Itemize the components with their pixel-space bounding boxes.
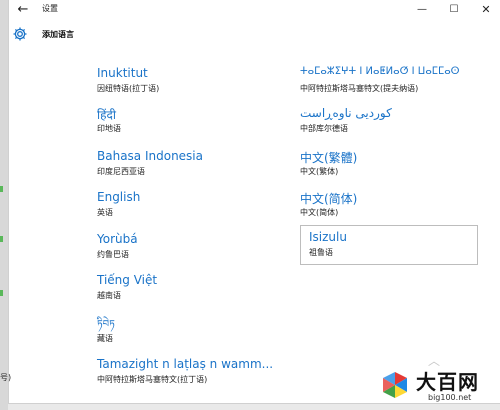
watermark-logo-icon (383, 372, 407, 398)
watermark: 大百网 big100.net (380, 366, 498, 406)
maximize-button[interactable]: ☐ (440, 0, 468, 20)
language-subtitle: 藏语 (97, 334, 113, 343)
language-option-chinese-simplified[interactable]: 中文(简体) 中文(简体) (300, 190, 470, 226)
close-button[interactable]: ✕ (472, 0, 500, 20)
minimize-button[interactable]: — (408, 0, 436, 20)
language-name: English (97, 190, 141, 204)
page-header: 添加语言 (9, 20, 500, 48)
language-name: Inuktitut (97, 66, 148, 80)
page-title: 添加语言 (42, 30, 74, 39)
language-subtitle: 英语 (97, 208, 113, 217)
language-subtitle: 印度尼西亚语 (97, 167, 145, 176)
language-subtitle: 祖鲁语 (309, 248, 333, 257)
watermark-text: 大百网 (416, 370, 479, 394)
settings-window: ← 设置 — ☐ ✕ 添加语言 Inuktitut 因纽特语(拉丁语) हिंद… (8, 0, 500, 404)
language-option-indonesian[interactable]: Bahasa Indonesia 印度尼西亚语 (97, 149, 267, 185)
language-subtitle: 中部库尔德语 (300, 124, 348, 133)
watermark-url: big100.net (428, 393, 472, 402)
title-bar: ← 设置 — ☐ ✕ (9, 0, 500, 20)
language-option-english[interactable]: English 英语 (97, 190, 267, 226)
language-name: Isizulu (309, 230, 347, 244)
language-option-yoruba[interactable]: Yorùbá 约鲁巴语 (97, 232, 267, 268)
window-title: 设置 (42, 4, 58, 13)
language-name: Bahasa Indonesia (97, 149, 203, 163)
language-subtitle: 约鲁巴语 (97, 250, 129, 259)
language-option-tamazight-tifinagh[interactable]: ⵜⴰⵎⴰⵣⵉⵖⵜ ⵏ ⵍⴰⵟⵍⴰⵚ ⵏ ⵡⴰⵎⵎⴰⵙ 中阿特拉斯塔马塞特文(提夫… (300, 66, 480, 102)
language-option-vietnamese[interactable]: Tiếng Việt 越南语 (97, 273, 267, 309)
language-name: کوردیی ناوەڕاست (300, 106, 392, 120)
language-subtitle: 越南语 (97, 291, 121, 300)
strip-mark (0, 186, 3, 192)
language-name: Tiếng Việt (97, 273, 158, 287)
language-option-central-kurdish[interactable]: کوردیی ناوەڕاست 中部库尔德语 (300, 106, 470, 142)
gear-icon (13, 27, 27, 41)
language-name: 中文(繁體) (300, 151, 358, 165)
language-name: ⵜⴰⵎⴰⵣⵉⵖⵜ ⵏ ⵍⴰⵟⵍⴰⵚ ⵏ ⵡⴰⵎⵎⴰⵙ (300, 66, 460, 77)
language-subtitle: 中文(繁体) (300, 167, 339, 176)
background-window-strip (0, 0, 8, 410)
language-option-tibetan[interactable]: ཏིབེཏ 藏语 (97, 313, 267, 349)
strip-mark (0, 236, 3, 242)
language-subtitle: 因纽特语(拉丁语) (97, 84, 160, 93)
language-option-inuktitut[interactable]: Inuktitut 因纽特语(拉丁语) (97, 66, 267, 102)
language-option-hindi[interactable]: हिंदी 印地语 (97, 106, 267, 142)
back-button[interactable]: ← (9, 0, 37, 20)
language-name: Yorùbá (97, 232, 138, 246)
strip-mark (0, 290, 3, 296)
language-option-zulu[interactable]: Isizulu 祖鲁语 (300, 225, 478, 265)
language-name: 中文(简体) (300, 192, 358, 206)
language-option-tamazight-latin[interactable]: Tamazight n laṭlaṣ n wamm... 中阿特拉斯塔马塞特文(… (97, 357, 297, 393)
language-subtitle: 中阿特拉斯塔马塞特文(拉丁语) (97, 375, 208, 384)
language-name: Tamazight n laṭlaṣ n wamm... (97, 357, 274, 371)
back-arrow-icon: ← (17, 2, 29, 17)
language-subtitle: 印地语 (97, 124, 121, 133)
background-window-text: 号) (0, 373, 12, 382)
language-option-chinese-traditional[interactable]: 中文(繁體) 中文(繁体) (300, 149, 470, 185)
language-subtitle: 中文(简体) (300, 208, 339, 217)
language-subtitle: 中阿特拉斯塔马塞特文(提夫纳语) (300, 84, 419, 93)
language-name: हिंदी (97, 108, 116, 122)
